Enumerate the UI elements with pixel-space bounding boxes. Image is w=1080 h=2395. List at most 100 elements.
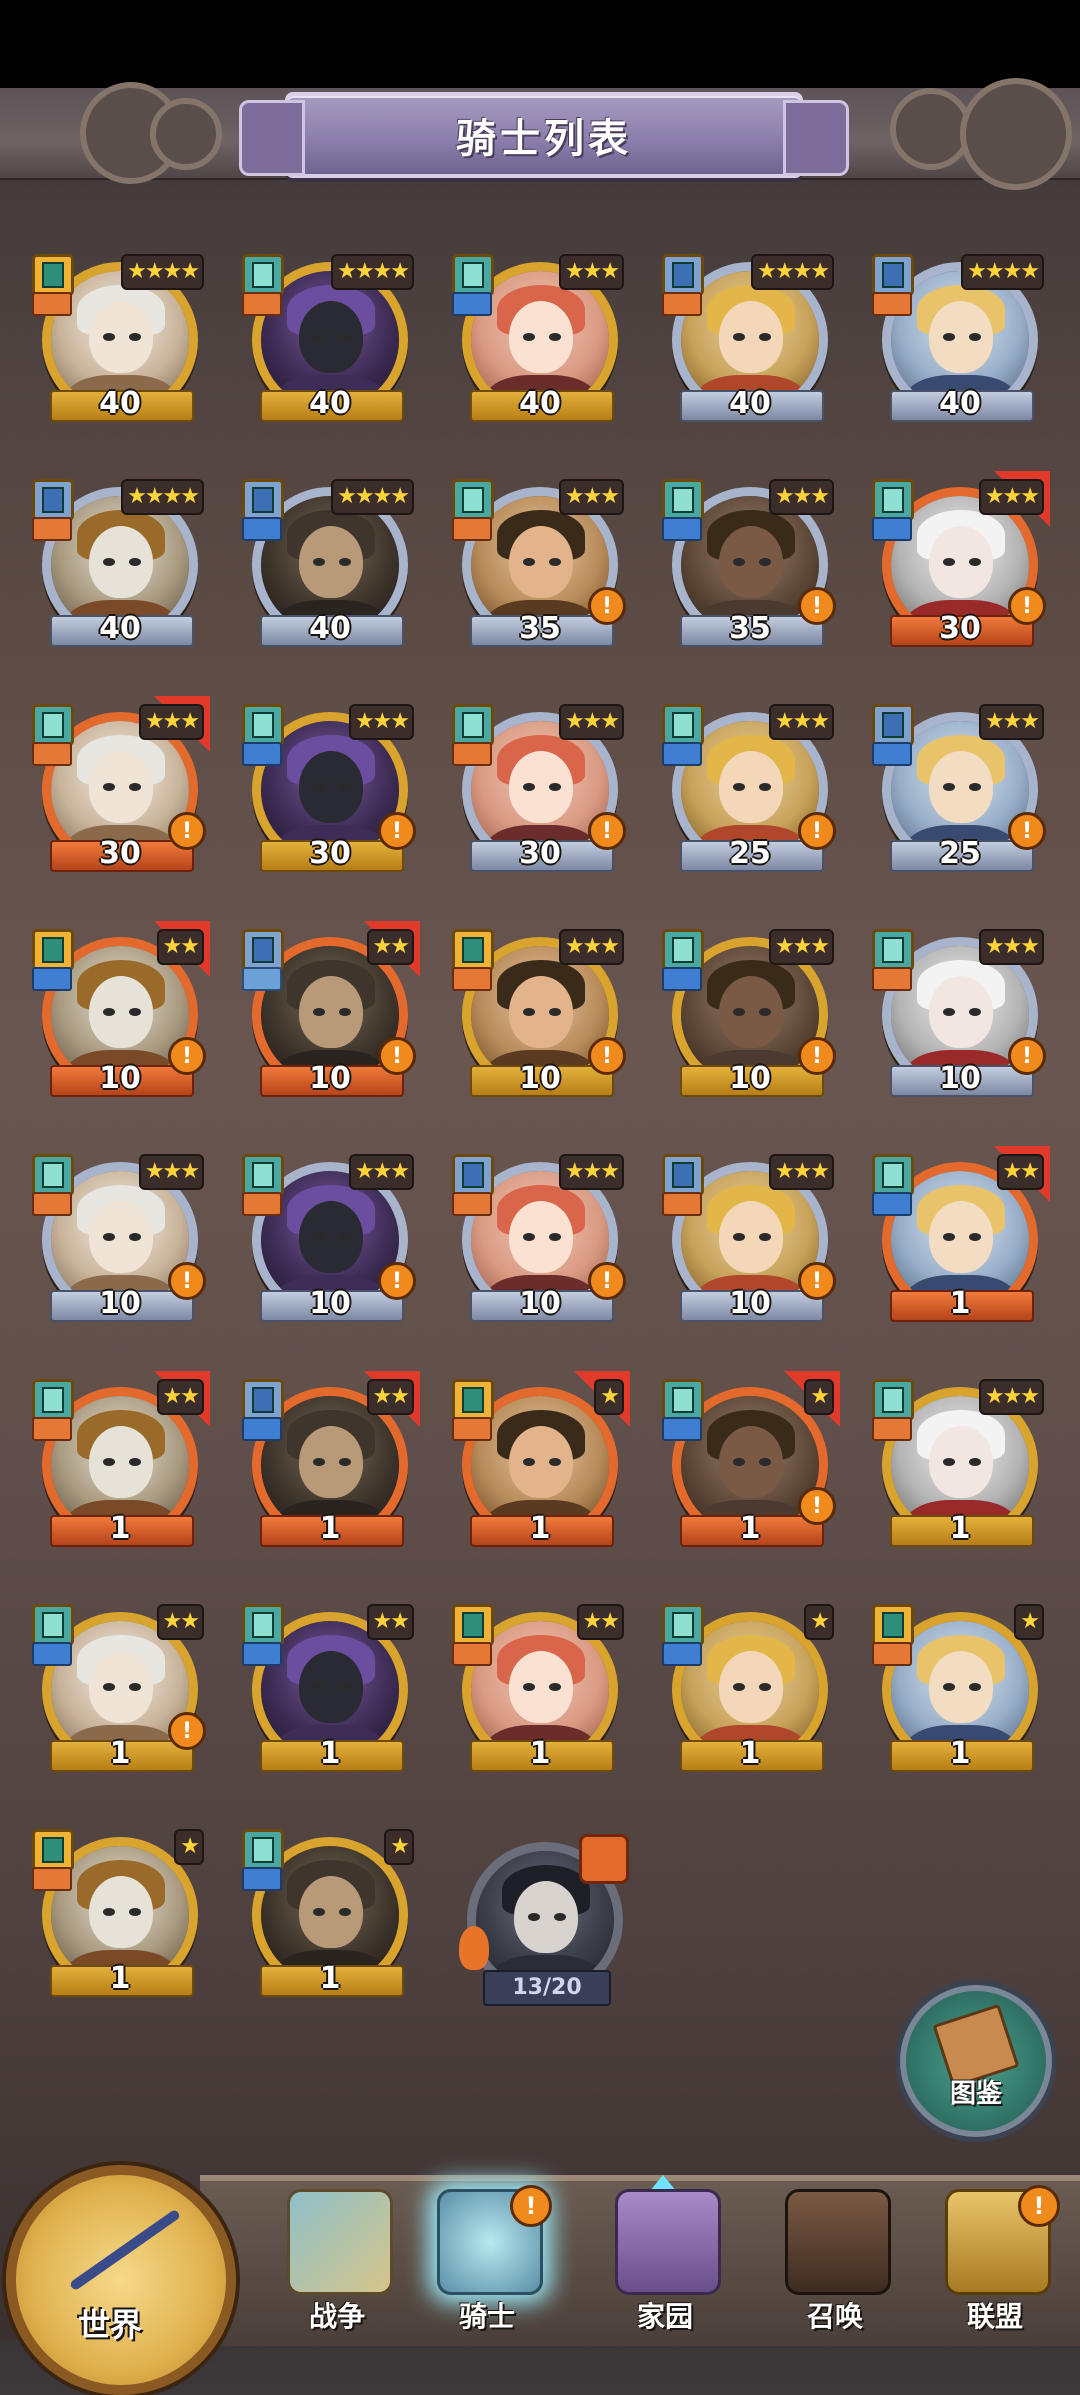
knight-card[interactable]: 1 ★! bbox=[660, 1371, 840, 1555]
knight-card[interactable]: 10 ★★★! bbox=[30, 1150, 210, 1330]
knight-card[interactable]: 1 ★ bbox=[870, 1600, 1050, 1780]
knight-card[interactable]: 1 ★ bbox=[450, 1371, 630, 1555]
knight-card[interactable]: 30 ★★★! bbox=[240, 700, 420, 880]
knight-level: 1 bbox=[949, 1736, 971, 1771]
knight-card[interactable]: 40 ★★★★ bbox=[870, 250, 1050, 430]
portrait-eye bbox=[339, 1683, 351, 1691]
knight-card[interactable]: 30 ★★★! bbox=[450, 700, 630, 880]
role-tag-icon bbox=[32, 1642, 72, 1666]
portrait-eye bbox=[943, 333, 955, 341]
role-tag-icon bbox=[32, 1417, 72, 1441]
knight-card[interactable]: 1 ★★ bbox=[30, 1371, 210, 1555]
portrait-eye bbox=[943, 1458, 955, 1466]
portrait-face bbox=[929, 976, 993, 1048]
knight-card[interactable]: 1 ★★! bbox=[30, 1600, 210, 1780]
alert-icon: ! bbox=[588, 587, 626, 625]
portrait-face bbox=[719, 751, 783, 823]
knight-level: 1 bbox=[319, 1961, 341, 1996]
knight-card[interactable]: 35 ★★★! bbox=[660, 475, 840, 655]
knight-card[interactable]: 1 ★ bbox=[240, 1825, 420, 2005]
portrait-eye bbox=[969, 558, 981, 566]
knight-card[interactable]: 35 ★★★! bbox=[450, 475, 630, 655]
nav-item-home[interactable]: 家园 bbox=[590, 2155, 740, 2340]
knight-card[interactable]: 10 ★★★! bbox=[240, 1150, 420, 1330]
world-button[interactable]: 世界 bbox=[0, 2155, 236, 2395]
star-rating: ★★★★ bbox=[121, 479, 204, 515]
nav-item-knight[interactable]: ! 骑士 bbox=[412, 2155, 562, 2340]
knight-card[interactable]: 40 ★★★★ bbox=[240, 475, 420, 655]
knight-card[interactable]: 1 ★★ bbox=[870, 1146, 1050, 1330]
role-tag-icon bbox=[242, 1867, 282, 1891]
knight-card[interactable]: 1 ★ bbox=[660, 1600, 840, 1780]
knight-card[interactable]: 10 ★★! bbox=[30, 921, 210, 1105]
knight-level: 1 bbox=[529, 1736, 551, 1771]
alert-icon: ! bbox=[378, 1262, 416, 1300]
knight-card[interactable]: 40 ★★★★ bbox=[30, 475, 210, 655]
alert-icon: ! bbox=[378, 812, 416, 850]
portrait-eye bbox=[103, 1683, 115, 1691]
knight-card[interactable]: 10 ★★★! bbox=[870, 925, 1050, 1105]
knight-fragment-card[interactable]: 13/20 bbox=[455, 1830, 635, 2010]
nav-item-summon[interactable]: 召唤 bbox=[760, 2155, 910, 2340]
portrait-eye bbox=[969, 1458, 981, 1466]
star-rating: ★★ bbox=[996, 1154, 1044, 1190]
portrait-eye bbox=[759, 558, 771, 566]
portrait-face bbox=[509, 301, 573, 373]
star-rating: ★★ bbox=[366, 929, 414, 965]
knight-level: 1 bbox=[739, 1736, 761, 1771]
knight-card[interactable]: 1 ★★ bbox=[240, 1600, 420, 1780]
knight-card[interactable]: 10 ★★★! bbox=[660, 1150, 840, 1330]
portrait-face bbox=[299, 1651, 363, 1723]
knight-card[interactable]: 30 ★★★! bbox=[870, 471, 1050, 655]
class-icon bbox=[452, 254, 494, 296]
portrait-eye bbox=[129, 1233, 141, 1241]
knight-card[interactable]: 40 ★★★★ bbox=[240, 250, 420, 430]
class-icon bbox=[32, 254, 74, 296]
knight-card[interactable]: 40 ★★★★ bbox=[30, 250, 210, 430]
role-tag-icon bbox=[662, 517, 702, 541]
class-icon bbox=[872, 254, 914, 296]
star-rating: ★★★ bbox=[768, 704, 834, 740]
knight-card[interactable]: 25 ★★★! bbox=[660, 700, 840, 880]
knight-card[interactable]: 1 ★★ bbox=[450, 1600, 630, 1780]
star-rating: ★★ bbox=[156, 929, 204, 965]
knight-card[interactable]: 30 ★★★! bbox=[30, 696, 210, 880]
star-rating: ★★★ bbox=[558, 704, 624, 740]
portrait-face bbox=[929, 751, 993, 823]
knight-card[interactable]: 10 ★★★! bbox=[660, 925, 840, 1105]
nav-item-war[interactable]: 战争 bbox=[262, 2155, 412, 2340]
star-rating: ★★★ bbox=[978, 1379, 1044, 1415]
class-icon bbox=[32, 1604, 74, 1646]
alert-icon: ! bbox=[588, 1262, 626, 1300]
star-rating: ★★★ bbox=[768, 1154, 834, 1190]
portrait-eye bbox=[129, 1683, 141, 1691]
knight-level: 40 bbox=[99, 611, 141, 646]
knight-card[interactable]: 10 ★★★! bbox=[450, 925, 630, 1105]
portrait-face bbox=[299, 526, 363, 598]
map-icon bbox=[287, 2189, 393, 2295]
portrait-face bbox=[719, 526, 783, 598]
star-rating: ★★★ bbox=[558, 254, 624, 290]
star-rating: ★★ bbox=[366, 1379, 414, 1415]
knight-card[interactable]: 1 ★★★ bbox=[870, 1375, 1050, 1555]
train-icon bbox=[785, 2189, 891, 2295]
knight-card[interactable]: 25 ★★★! bbox=[870, 700, 1050, 880]
portrait-eye bbox=[759, 1458, 771, 1466]
knight-card[interactable]: 10 ★★! bbox=[240, 921, 420, 1105]
portrait-eye bbox=[523, 558, 535, 566]
role-tag-icon bbox=[662, 1642, 702, 1666]
star-rating: ★★★★ bbox=[331, 254, 414, 290]
class-icon bbox=[242, 1154, 284, 1196]
knight-card[interactable]: 1 ★ bbox=[30, 1825, 210, 2005]
nav-item-alliance[interactable]: ! 联盟 bbox=[920, 2155, 1070, 2340]
knight-level: 1 bbox=[529, 1511, 551, 1546]
knight-card[interactable]: 40 ★★★★ bbox=[660, 250, 840, 430]
alert-icon: ! bbox=[798, 1262, 836, 1300]
portrait-eye bbox=[549, 1008, 561, 1016]
knight-card[interactable]: 1 ★★ bbox=[240, 1371, 420, 1555]
knight-card[interactable]: 40 ★★★ bbox=[450, 250, 630, 430]
class-icon bbox=[452, 1154, 494, 1196]
knight-card[interactable]: 10 ★★★! bbox=[450, 1150, 630, 1330]
codex-button[interactable]: 图鉴 bbox=[900, 1985, 1052, 2137]
nav-label-alliance: 联盟 bbox=[966, 2300, 1023, 2333]
